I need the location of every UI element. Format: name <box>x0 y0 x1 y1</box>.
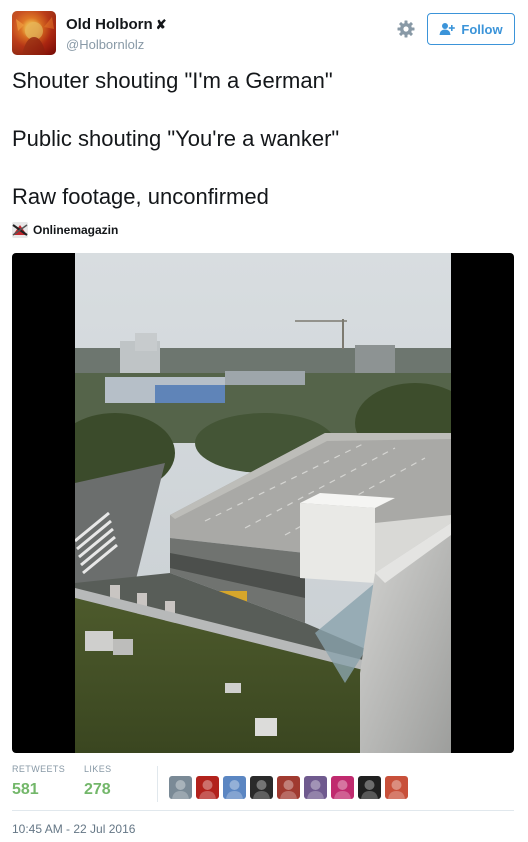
follow-label: Follow <box>461 21 503 37</box>
display-name[interactable]: Old Holborn ✘ <box>66 16 167 33</box>
tweet-line-3: Raw footage, unconfirmed <box>12 184 269 209</box>
retweets-stat[interactable]: RETWEETS 581 <box>12 764 65 799</box>
liker-avatar[interactable] <box>196 776 219 799</box>
tweet-line-1: Shouter shouting "I'm a German" <box>12 68 333 93</box>
avatar[interactable] <box>12 11 56 55</box>
liker-avatar[interactable] <box>331 776 354 799</box>
likes-stat[interactable]: LIKES 278 <box>84 764 112 799</box>
source-name[interactable]: Onlinemagazin <box>33 223 118 237</box>
name-mark: ✘ <box>155 17 167 32</box>
tweet-stats: RETWEETS 581 LIKES 278 <box>12 764 512 808</box>
person-plus-icon <box>439 23 456 35</box>
liker-avatar[interactable] <box>169 776 192 799</box>
user-handle[interactable]: @Holbornlolz <box>66 37 144 52</box>
liker-avatars <box>169 776 408 799</box>
likes-label: LIKES <box>84 764 112 774</box>
stats-divider <box>157 766 158 802</box>
follow-button[interactable]: Follow <box>427 13 515 45</box>
liker-avatar[interactable] <box>250 776 273 799</box>
liker-avatar[interactable] <box>277 776 300 799</box>
likes-count[interactable]: 278 <box>84 781 112 799</box>
video-thumbnail[interactable] <box>12 253 514 753</box>
footer-divider <box>12 810 514 811</box>
tweet-header: Old Holborn ✘ @Holbornlolz Follow <box>0 0 528 64</box>
tweet-timestamp[interactable]: 10:45 AM - 22 Jul 2016 <box>12 822 135 836</box>
retweets-label: RETWEETS <box>12 764 66 774</box>
liker-avatar[interactable] <box>358 776 381 799</box>
tweet-text: Shouter shouting "I'm a German" Public s… <box>12 68 512 210</box>
media-source[interactable]: Onlinemagazin <box>12 221 118 239</box>
retweets-count[interactable]: 581 <box>12 781 65 799</box>
video-frame <box>75 253 451 753</box>
tweet-line-2: Public shouting "You're a wanker" <box>12 126 340 151</box>
liker-avatar[interactable] <box>385 776 408 799</box>
gear-icon[interactable] <box>396 19 416 39</box>
display-name-text[interactable]: Old Holborn <box>66 16 153 33</box>
onlinemagazin-logo <box>12 222 28 238</box>
liker-avatar[interactable] <box>223 776 246 799</box>
liker-avatar[interactable] <box>304 776 327 799</box>
